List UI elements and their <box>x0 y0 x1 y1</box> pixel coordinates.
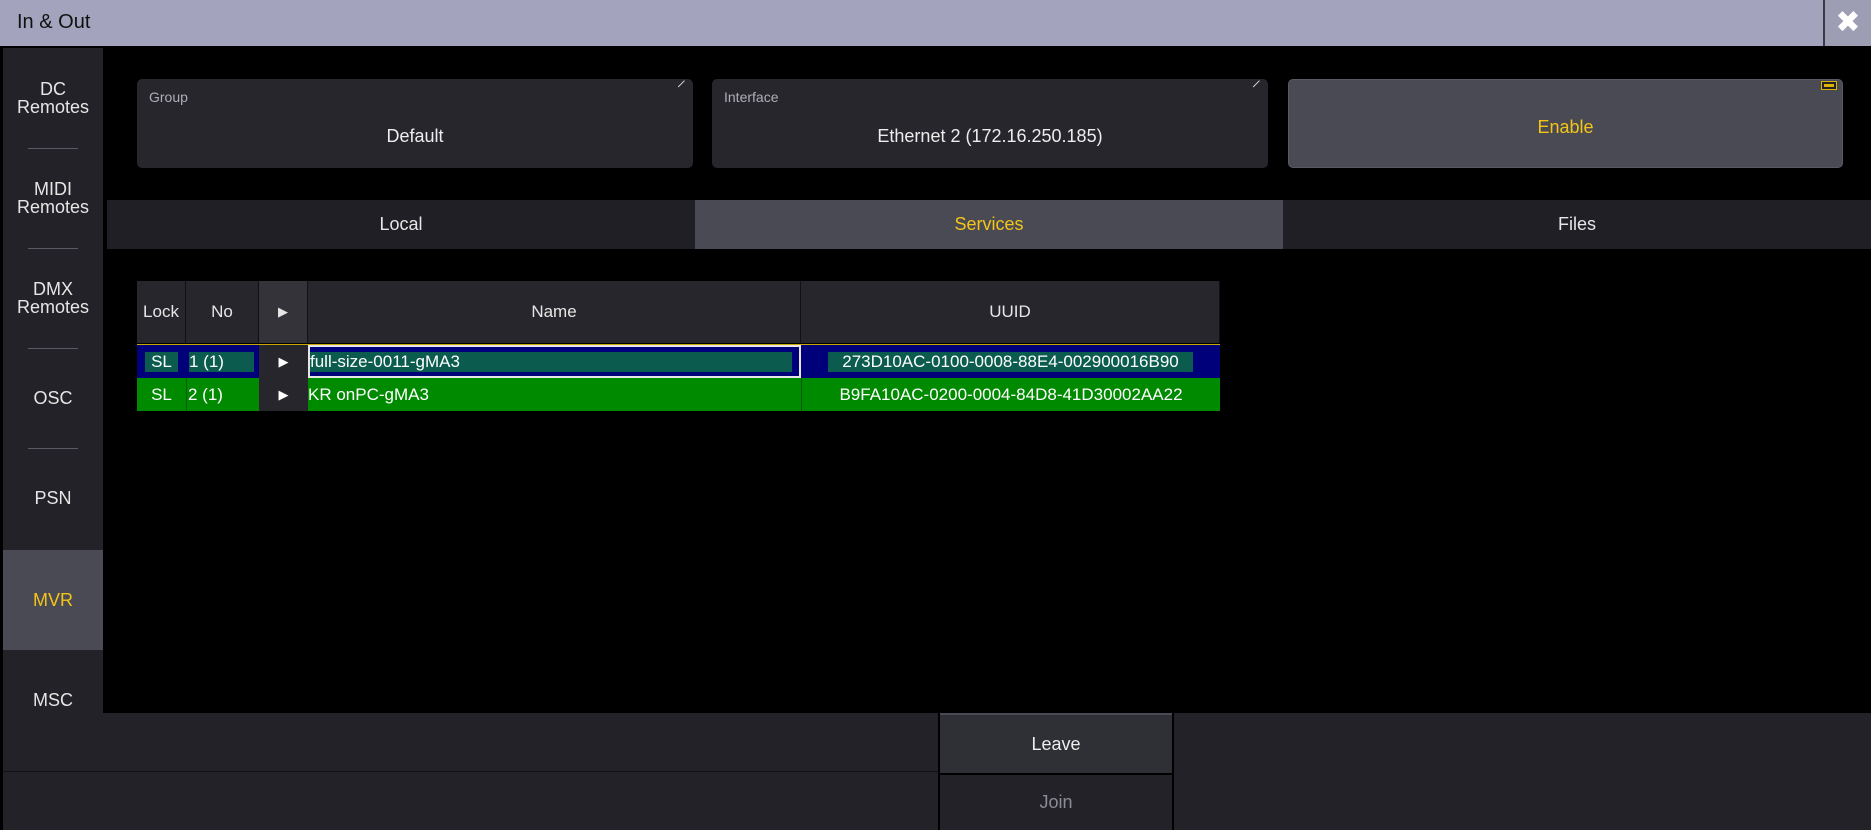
column-header-label: No <box>211 302 233 321</box>
column-header-uuid[interactable]: UUID <box>801 281 1220 343</box>
play-icon: ▶ <box>278 353 289 369</box>
no-value: 1 (1) <box>189 351 254 372</box>
interface-field-value: Ethernet 2 (172.16.250.185) <box>877 126 1103 146</box>
column-header-no[interactable]: No <box>186 281 259 343</box>
sidebar-item-msc[interactable]: MSC <box>3 650 103 713</box>
column-header-label: UUID <box>989 302 1031 321</box>
group-field-label: Group <box>149 89 188 105</box>
name-value: full-size-0011-gMA3 <box>310 351 792 372</box>
tab-local[interactable]: Local <box>107 200 695 249</box>
sidebar-item-dc-remotes[interactable]: DC Remotes <box>3 48 103 148</box>
close-button[interactable]: ✖ <box>1823 0 1871 46</box>
table-row[interactable]: SL 2 (1) ▶ KR onPC-gMA3 B9FA10AC-0200-00… <box>137 378 1220 411</box>
uuid-value: 273D10AC-0100-0008-88E4-002900016B90 <box>828 351 1193 372</box>
sidebar-item-label: OSC <box>33 388 73 408</box>
sidebar-item-label: PSN <box>34 488 72 508</box>
enable-button-label: Enable <box>1537 117 1594 137</box>
uuid-cell[interactable]: B9FA10AC-0200-0004-84D8-41D30002AA22 <box>801 378 1220 411</box>
sidebar-item-psn[interactable]: PSN <box>3 448 103 548</box>
tab-label: Local <box>379 214 423 234</box>
leave-button[interactable]: Leave <box>940 713 1172 773</box>
sidebar-item-mvr[interactable]: MVR <box>3 550 103 650</box>
name-cell[interactable]: KR onPC-gMA3 <box>308 378 801 411</box>
no-value: 2 (1) <box>188 384 223 404</box>
lock-cell[interactable]: SL <box>137 378 186 411</box>
window-title: In & Out <box>17 11 91 33</box>
join-button-label: Join <box>1039 792 1073 812</box>
interface-field[interactable]: Interface Ethernet 2 (172.16.250.185) <box>712 79 1268 168</box>
column-header-lock[interactable]: Lock <box>137 281 186 343</box>
tab-label: Files <box>1557 214 1596 234</box>
edit-corner-icon <box>1252 80 1267 94</box>
column-header-name[interactable]: Name <box>308 281 801 343</box>
sidebar-item-dmx-remotes[interactable]: DMX Remotes <box>3 248 103 348</box>
name-cell[interactable]: full-size-0011-gMA3 <box>308 345 801 378</box>
column-header-label: Lock <box>143 302 179 321</box>
lock-cell[interactable]: SL <box>137 345 186 378</box>
tab-services[interactable]: Services <box>695 200 1283 249</box>
no-cell[interactable]: 2 (1) <box>186 378 259 411</box>
join-button[interactable]: Join <box>940 775 1172 830</box>
sidebar-item-osc[interactable]: OSC <box>3 348 103 448</box>
name-value: KR onPC-gMA3 <box>308 384 429 404</box>
sidebar: DC Remotes MIDI Remotes DMX Remotes OSC … <box>3 48 103 713</box>
table-row[interactable]: SL 1 (1) ▶ full-size-0011-gMA3 273D10AC-… <box>137 344 1220 378</box>
sidebar-item-label: MIDI Remotes <box>16 179 90 217</box>
sidebar-item-midi-remotes[interactable]: MIDI Remotes <box>3 148 103 248</box>
sidebar-item-label: DC Remotes <box>16 79 90 117</box>
lock-value: SL <box>151 384 172 404</box>
edit-corner-icon <box>677 80 692 94</box>
interface-field-label: Interface <box>724 89 779 105</box>
sidebar-item-label: MVR <box>33 590 73 610</box>
play-icon: ▶ <box>278 304 288 319</box>
group-field-value: Default <box>386 126 444 146</box>
tab-files[interactable]: Files <box>1283 200 1871 249</box>
footer-empty-area <box>1174 713 1871 830</box>
leave-button-label: Leave <box>1031 733 1081 754</box>
column-header-play[interactable]: ▶ <box>259 281 308 343</box>
sidebar-item-label: MSC <box>33 690 73 710</box>
close-icon: ✖ <box>1835 6 1861 39</box>
tab-label: Services <box>954 214 1024 234</box>
footer-divider <box>3 771 938 772</box>
window-titlebar: In & Out <box>0 0 1823 46</box>
uuid-value: B9FA10AC-0200-0004-84D8-41D30002AA22 <box>839 384 1183 404</box>
no-cell[interactable]: 1 (1) <box>186 345 259 378</box>
group-field[interactable]: Group Default <box>137 79 693 168</box>
enable-indicator-icon <box>1821 81 1837 90</box>
enable-button[interactable]: Enable <box>1288 79 1843 168</box>
play-cell[interactable]: ▶ <box>259 378 308 411</box>
play-icon: ▶ <box>278 386 289 402</box>
sidebar-item-label: DMX Remotes <box>16 279 90 317</box>
lock-value: SL <box>145 351 178 372</box>
play-cell[interactable]: ▶ <box>259 345 308 378</box>
column-header-label: Name <box>531 302 577 321</box>
uuid-cell[interactable]: 273D10AC-0100-0008-88E4-002900016B90 <box>801 345 1220 378</box>
